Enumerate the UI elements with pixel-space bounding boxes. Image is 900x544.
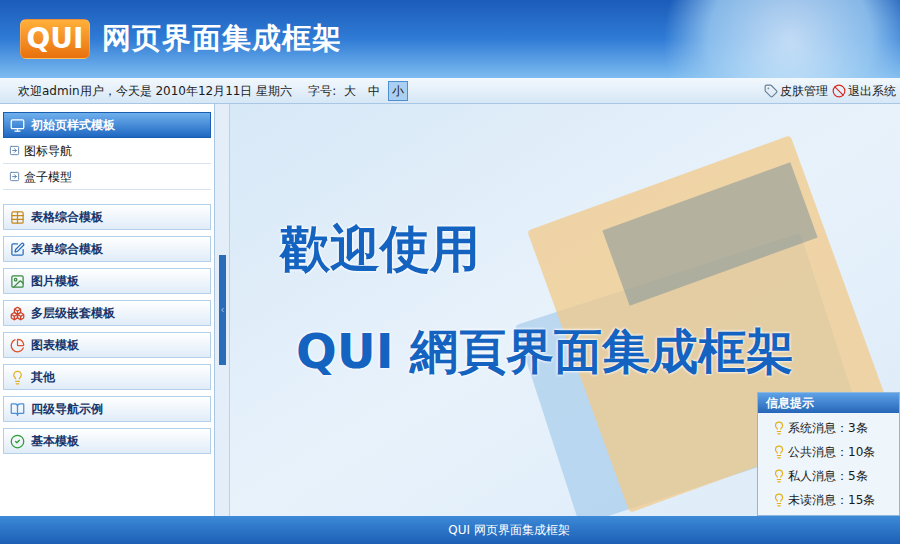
sidebar-group: 图片模板 bbox=[3, 268, 211, 294]
sidebar-group-label: 初始页样式模板 bbox=[31, 116, 115, 134]
bulb-icon bbox=[772, 421, 786, 435]
bulb-icon bbox=[10, 370, 25, 385]
sidebar-group-label: 图片模板 bbox=[31, 272, 79, 290]
pie-chart-icon bbox=[10, 338, 25, 353]
sidebar-group-label: 多层级嵌套模板 bbox=[31, 304, 115, 322]
sidebar-group: 图表模板 bbox=[3, 332, 211, 358]
sidebar-group-header[interactable]: 初始页样式模板 bbox=[3, 112, 211, 138]
header: QUI 网页界面集成框架 bbox=[0, 0, 900, 78]
app-window: QUI 网页界面集成框架欢迎admin用户，今天是 2010年12月11日 星期六… bbox=[0, 0, 900, 544]
sidebar: 初始页样式模板图标导航盒子模型表格综合模板表单综合模板图片模板多层级嵌套模板图表… bbox=[0, 104, 215, 516]
top-bar: 欢迎admin用户，今天是 2010年12月11日 星期六字号:大中小 皮肤管理退… bbox=[0, 78, 900, 104]
sidebar-group-header[interactable]: 表格综合模板 bbox=[3, 204, 211, 230]
bulb-icon bbox=[772, 445, 786, 459]
sidebar-group-header[interactable]: 图片模板 bbox=[3, 268, 211, 294]
sidebar-group: 表单综合模板 bbox=[3, 236, 211, 262]
book-icon bbox=[10, 402, 25, 417]
sidebar-group-header[interactable]: 图表模板 bbox=[3, 332, 211, 358]
arrow-icon bbox=[9, 171, 20, 182]
sidebar-group-label: 图表模板 bbox=[31, 336, 79, 354]
sidebar-group-label: 基本模板 bbox=[31, 432, 79, 450]
sidebar-group-header[interactable]: 多层级嵌套模板 bbox=[3, 300, 211, 326]
bulb-icon bbox=[772, 469, 786, 483]
font-size-option[interactable]: 中 bbox=[364, 81, 384, 101]
info-panel: 信息提示系统消息：3条公共消息：10条私人消息：5条未读消息：15条 bbox=[757, 392, 900, 516]
top-link[interactable]: 皮肤管理 bbox=[764, 82, 828, 100]
font-size-selector: 字号:大中小 bbox=[308, 81, 408, 101]
font-size-option[interactable]: 大 bbox=[340, 81, 360, 101]
sidebar-group-header[interactable]: 表单综合模板 bbox=[3, 236, 211, 262]
top-link[interactable]: 退出系统 bbox=[832, 82, 896, 100]
sidebar-group: 多层级嵌套模板 bbox=[3, 300, 211, 326]
footer: QUI 网页界面集成框架 bbox=[0, 516, 900, 544]
sidebar-group-label: 表格综合模板 bbox=[31, 208, 103, 226]
sidebar-group-header[interactable]: 四级导航示例 bbox=[3, 396, 211, 422]
logo: QUI bbox=[20, 19, 90, 59]
info-panel-title: 信息提示 bbox=[758, 393, 899, 413]
image-icon bbox=[10, 274, 25, 289]
collapse-icon bbox=[219, 306, 226, 314]
sidebar-group: 四级导航示例 bbox=[3, 396, 211, 422]
splitter[interactable] bbox=[215, 104, 230, 516]
font-size-option[interactable]: 小 bbox=[388, 81, 408, 101]
monitor-icon bbox=[10, 118, 25, 133]
info-item[interactable]: 公共消息：10条 bbox=[772, 440, 899, 464]
sidebar-group-header[interactable]: 基本模板 bbox=[3, 428, 211, 454]
welcome-line-1: 歡迎使用 bbox=[280, 222, 900, 277]
sidebar-group: 基本模板 bbox=[3, 428, 211, 454]
sidebar-item[interactable]: 盒子模型 bbox=[3, 164, 211, 190]
sidebar-group: 表格综合模板 bbox=[3, 204, 211, 230]
sidebar-group-label: 其他 bbox=[31, 368, 55, 386]
sidebar-group: 其他 bbox=[3, 364, 211, 390]
exit-icon bbox=[832, 84, 846, 98]
info-item[interactable]: 私人消息：5条 bbox=[772, 464, 899, 488]
globe-decoration bbox=[640, 0, 900, 78]
content: 歡迎使用 QUI 網頁界面集成框架信息提示系统消息：3条公共消息：10条私人消息：… bbox=[230, 104, 900, 516]
welcome-banner: 歡迎使用 QUI 網頁界面集成框架 bbox=[230, 104, 900, 378]
sidebar-group: 初始页样式模板图标导航盒子模型 bbox=[3, 112, 211, 190]
sidebar-item[interactable]: 图标导航 bbox=[3, 138, 211, 164]
header-title: 网页界面集成框架 bbox=[102, 17, 342, 61]
arrow-icon bbox=[9, 145, 20, 156]
bulb-icon bbox=[772, 493, 786, 507]
sidebar-group-items: 图标导航盒子模型 bbox=[3, 138, 211, 190]
sidebar-group-header[interactable]: 其他 bbox=[3, 364, 211, 390]
table-icon bbox=[10, 210, 25, 225]
sidebar-group-label: 四级导航示例 bbox=[31, 400, 103, 418]
check-icon bbox=[10, 434, 25, 449]
info-item[interactable]: 未读消息：15条 bbox=[772, 488, 899, 512]
tag-icon bbox=[764, 84, 778, 98]
form-icon bbox=[10, 242, 25, 257]
welcome-line-2: QUI 網頁界面集成框架 bbox=[280, 325, 900, 378]
sidebar-group-label: 表单综合模板 bbox=[31, 240, 103, 258]
welcome-text: 欢迎admin用户，今天是 2010年12月11日 星期六 bbox=[18, 82, 292, 100]
info-item[interactable]: 系统消息：3条 bbox=[772, 416, 899, 440]
main: 初始页样式模板图标导航盒子模型表格综合模板表单综合模板图片模板多层级嵌套模板图表… bbox=[0, 104, 900, 516]
cubes-icon bbox=[10, 306, 25, 321]
